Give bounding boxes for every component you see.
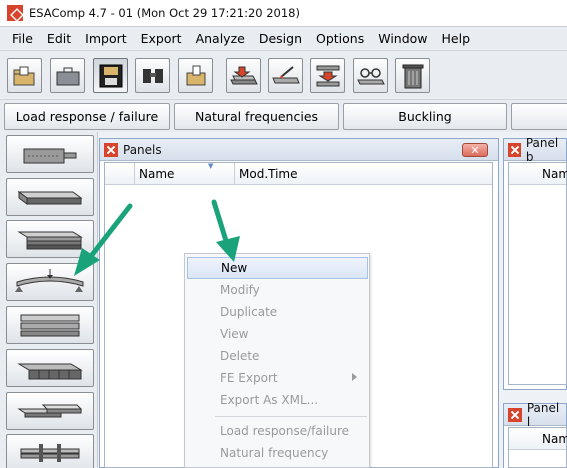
panel-b-table[interactable]: Nam <box>508 162 567 385</box>
menu-item-natural-frequency[interactable]: Natural frequency <box>185 442 369 464</box>
open-folder-button[interactable] <box>7 58 42 93</box>
panel-l-titlebar[interactable]: Panel l <box>504 400 566 429</box>
panel-l-window: Panel l Nam <box>503 400 567 468</box>
menu-item-view[interactable]: View <box>185 323 369 345</box>
menu-export[interactable]: Export <box>134 31 189 46</box>
menu-analyze[interactable]: Analyze <box>189 31 252 46</box>
window-icon <box>508 407 522 422</box>
menu-design[interactable]: Design <box>252 31 309 46</box>
app-logo-icon <box>7 5 23 21</box>
stiffened-beam-icon <box>20 314 80 337</box>
open-document-button[interactable] <box>178 58 213 93</box>
column-header-name-label: Name <box>139 167 175 181</box>
annotation-arrow-icon <box>211 199 240 262</box>
menu-item-modify[interactable]: Modify <box>185 279 369 301</box>
tab-buckling[interactable]: Buckling <box>343 103 507 130</box>
menu-item-fe-export[interactable]: FE Export <box>185 367 369 389</box>
bolted-joint-button[interactable] <box>6 434 94 468</box>
panel-l-title: Panel l <box>526 400 560 429</box>
column-header-name[interactable]: Name ▼ <box>135 163 235 185</box>
panel-l-column-name[interactable]: Nam <box>509 428 567 450</box>
menu-window[interactable]: Window <box>371 31 434 46</box>
menu-item-fe-export-label: FE Export <box>220 371 278 385</box>
save-icon <box>99 64 122 87</box>
save-button[interactable] <box>93 58 128 93</box>
tab-load-response[interactable]: Load response / failure <box>4 103 170 130</box>
title-bar: ESAComp 4.7 - 01 (Mon Oct 29 17:21:20 20… <box>0 0 567 27</box>
close-button[interactable]: ✕ <box>462 143 488 157</box>
menu-file[interactable]: File <box>5 31 40 46</box>
window-icon <box>508 142 521 157</box>
context-menu: New Modify Duplicate View Delete FE Expo… <box>184 253 370 468</box>
annotation-arrow-icon <box>74 203 133 276</box>
panels-window-title: Panels <box>123 142 162 157</box>
main-toolbar <box>0 50 567 98</box>
close-icon: ✕ <box>470 143 480 157</box>
panels-window-titlebar[interactable]: Panels ✕ <box>100 139 498 161</box>
edit-layer-icon <box>271 65 300 83</box>
glasses-icon <box>356 67 385 84</box>
binoculars-icon <box>142 68 163 83</box>
search-button[interactable] <box>135 58 170 93</box>
transfer-layer-button[interactable] <box>310 58 345 93</box>
object-type-palette <box>0 132 98 468</box>
grid-panel-button[interactable] <box>6 349 94 387</box>
menu-item-load-response[interactable]: Load response/failure <box>185 420 369 442</box>
panel-b-title: Panel b <box>525 135 559 164</box>
menu-item-duplicate[interactable]: Duplicate <box>185 301 369 323</box>
panel-b-titlebar[interactable]: Panel b <box>504 135 566 164</box>
menu-import[interactable]: Import <box>78 31 134 46</box>
briefcase-icon <box>56 67 79 85</box>
analysis-tabs: Load response / failure Natural frequenc… <box>0 99 567 132</box>
import-layer-icon <box>229 66 258 84</box>
menu-separator <box>215 416 367 417</box>
briefcase-button[interactable] <box>50 58 85 93</box>
trash-icon <box>402 64 423 88</box>
menu-help[interactable]: Help <box>435 31 478 46</box>
panel-b-column-name[interactable]: Nam <box>509 163 567 185</box>
menu-item-export-xml[interactable]: Export As XML... <box>185 389 369 411</box>
open-folder-icon <box>13 66 34 85</box>
panel-l-table[interactable]: Nam <box>508 427 567 468</box>
import-layer-button[interactable] <box>226 58 261 93</box>
window-title: ESAComp 4.7 - 01 (Mon Oct 29 17:21:20 20… <box>29 6 300 20</box>
ply-button[interactable] <box>6 135 94 173</box>
tab-natural-frequencies[interactable]: Natural frequencies <box>174 103 339 130</box>
table-header: Name ▼ Mod.Time <box>105 163 492 185</box>
grid-panel-icon <box>17 363 83 380</box>
tab-more[interactable] <box>511 103 567 130</box>
folder-document-icon <box>186 65 205 85</box>
delete-button[interactable] <box>395 58 430 93</box>
inspect-button[interactable] <box>353 58 388 93</box>
submenu-arrow-icon <box>352 373 357 381</box>
joint-button[interactable] <box>6 392 94 430</box>
menu-bar: File Edit Import Export Analyze Design O… <box>0 27 567 49</box>
column-header-modtime[interactable]: Mod.Time <box>235 163 492 185</box>
stiffened-beam-button[interactable] <box>6 306 94 344</box>
bolted-joint-icon <box>20 444 80 462</box>
transfer-layer-icon <box>316 65 339 86</box>
menu-edit[interactable]: Edit <box>40 31 78 46</box>
menu-options[interactable]: Options <box>309 31 371 46</box>
column-header-select[interactable] <box>105 163 135 185</box>
window-icon <box>104 142 118 157</box>
panel-b-window: Panel b Nam <box>503 135 567 390</box>
joint-icon <box>17 404 83 418</box>
ply-icon <box>23 148 77 164</box>
menu-item-delete[interactable]: Delete <box>185 345 369 367</box>
sort-indicator-icon: ▼ <box>208 162 214 170</box>
edit-layer-button[interactable] <box>268 58 303 93</box>
